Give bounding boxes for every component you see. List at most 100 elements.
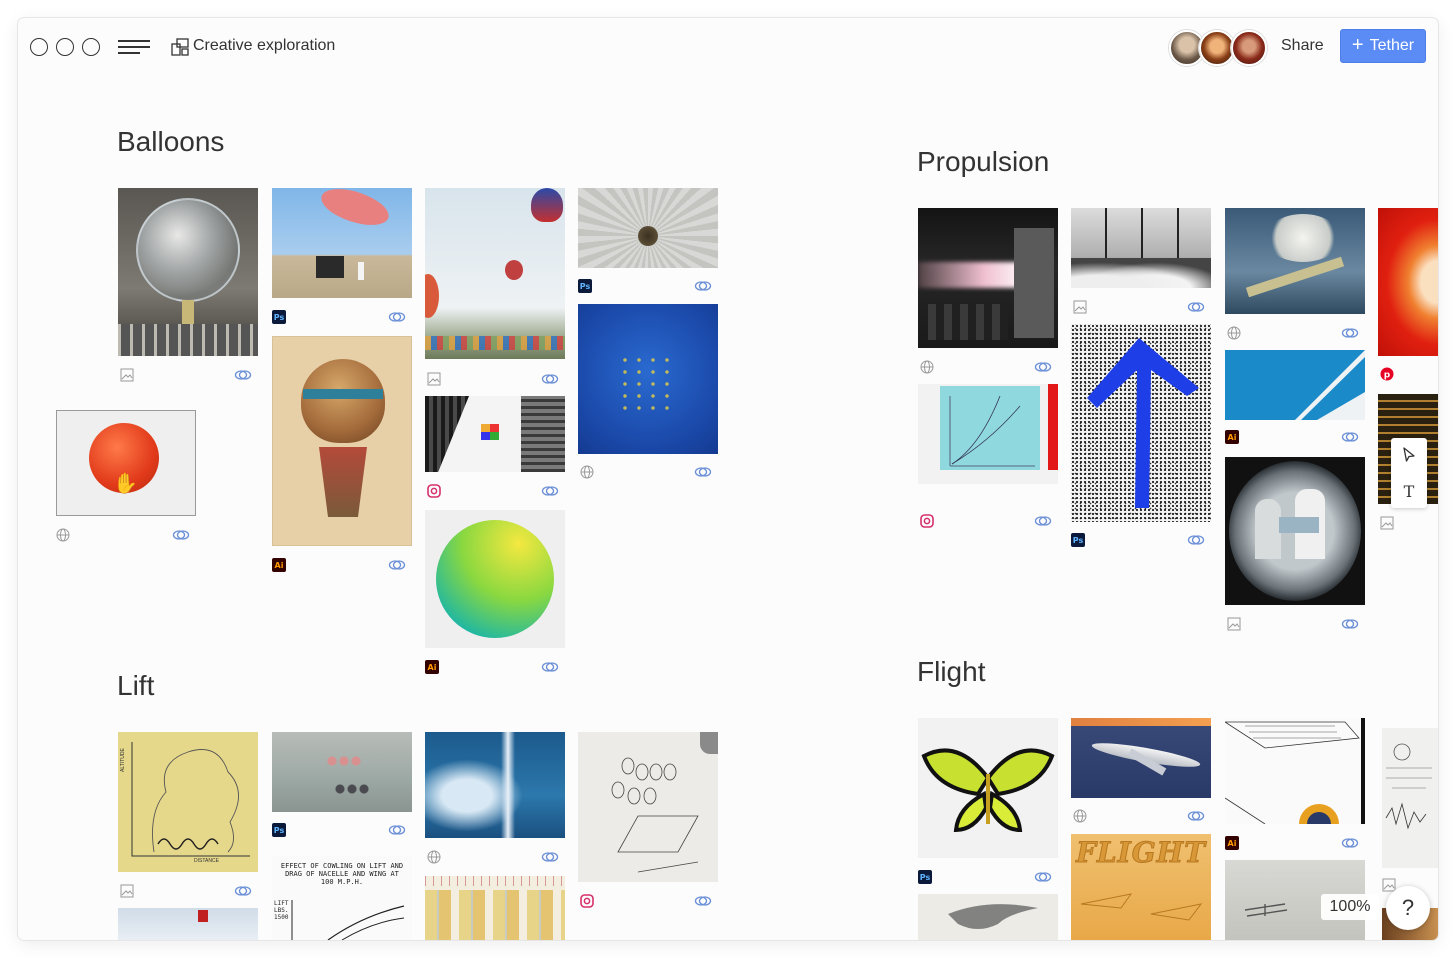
card-red-rocket-art[interactable]: p <box>1378 208 1438 388</box>
thumbnail[interactable] <box>272 336 412 546</box>
link-icon[interactable] <box>541 485 559 497</box>
link-icon[interactable] <box>694 895 712 907</box>
help-button[interactable]: ? <box>1386 886 1430 930</box>
section-title-propulsion[interactable]: Propulsion <box>917 146 1049 178</box>
link-icon[interactable] <box>1341 327 1359 339</box>
thumbnail[interactable] <box>1071 208 1211 288</box>
thumbnail[interactable] <box>1225 457 1365 605</box>
share-button[interactable]: Share <box>1281 37 1324 55</box>
minimize-window-button[interactable] <box>56 38 74 56</box>
link-icon[interactable] <box>694 280 712 292</box>
card-lift-cropped[interactable] <box>118 908 258 940</box>
thumbnail[interactable] <box>1071 718 1211 798</box>
card-glass-balloon[interactable] <box>118 188 258 388</box>
link-icon[interactable] <box>234 369 252 381</box>
card-jet-engine[interactable] <box>918 208 1058 374</box>
link-icon[interactable] <box>1187 301 1205 313</box>
card-plane-drawing[interactable]: Ai <box>1225 718 1365 852</box>
link-icon[interactable] <box>234 885 252 897</box>
link-icon[interactable] <box>541 373 559 385</box>
thumbnail[interactable] <box>425 396 565 472</box>
card-cyan-graph[interactable] <box>918 384 1058 528</box>
link-icon[interactable] <box>1341 618 1359 630</box>
thumbnail[interactable] <box>1225 350 1365 420</box>
link-icon[interactable] <box>1034 361 1052 373</box>
link-icon[interactable] <box>388 311 406 323</box>
link-icon[interactable] <box>388 559 406 571</box>
thumbnail[interactable] <box>425 732 565 838</box>
link-icon[interactable] <box>1187 810 1205 822</box>
card-flight-poster[interactable]: FLIGHT <box>1071 834 1211 940</box>
thumbnail[interactable] <box>425 188 565 359</box>
card-yellow-bars[interactable] <box>425 876 565 940</box>
section-title-flight[interactable]: Flight <box>917 656 985 688</box>
card-altitude-chart[interactable]: ALTITUDE DISTANCE <box>118 732 258 900</box>
card-airliner[interactable] <box>1071 718 1211 826</box>
thumbnail[interactable] <box>578 304 718 454</box>
card-wing-sketch[interactable] <box>578 732 718 928</box>
card-blue-sky-balloons[interactable] <box>578 304 718 484</box>
close-window-button[interactable] <box>30 38 48 56</box>
thumbnail[interactable]: ✋ <box>56 410 196 516</box>
card-pink-blimp[interactable]: Ps <box>272 188 412 328</box>
thumbnail[interactable] <box>918 208 1058 348</box>
tether-button[interactable]: + Tether <box>1340 29 1426 63</box>
card-hawk-sketch[interactable] <box>918 894 1058 940</box>
card-rocket-launches[interactable] <box>1071 208 1211 316</box>
thumbnail[interactable] <box>578 188 718 268</box>
thumbnail[interactable]: EFFECT OF COWLING ON LIFT AND DRAG OF NA… <box>272 856 412 940</box>
link-icon[interactable] <box>1341 431 1359 443</box>
thumbnail[interactable] <box>918 718 1058 858</box>
link-icon[interactable] <box>541 851 559 863</box>
link-icon[interactable] <box>541 661 559 673</box>
card-parachute-top[interactable]: Ps <box>578 188 718 296</box>
card-buildings-cube[interactable] <box>425 396 565 502</box>
link-icon[interactable] <box>172 529 190 541</box>
zoom-level[interactable]: 100% <box>1321 894 1379 920</box>
link-icon[interactable] <box>388 824 406 836</box>
thumbnail[interactable] <box>425 876 565 940</box>
thumbnail[interactable]: ALTITUDE DISTANCE <box>118 732 258 872</box>
link-icon[interactable] <box>1341 837 1359 849</box>
section-title-balloons[interactable]: Balloons <box>117 126 224 158</box>
thumbnail[interactable]: FLIGHT <box>1071 834 1211 940</box>
thumbnail[interactable] <box>272 188 412 298</box>
thumbnail[interactable] <box>118 908 258 940</box>
pointer-tool-button[interactable] <box>1391 438 1427 472</box>
section-title-lift[interactable]: Lift <box>117 670 154 702</box>
thumbnail[interactable] <box>425 510 565 648</box>
card-grey-balloons[interactable]: Ps <box>272 732 412 840</box>
card-blue-arrow[interactable]: Ps <box>1071 324 1211 550</box>
avatar[interactable] <box>1199 30 1235 66</box>
maximize-window-button[interactable] <box>82 38 100 56</box>
card-lift-diagram[interactable]: EFFECT OF COWLING ON LIFT AND DRAG OF NA… <box>272 856 412 940</box>
card-green-gradient-sphere[interactable]: Ai <box>425 510 565 678</box>
card-vintage-balloon[interactable]: Ai <box>272 336 412 576</box>
card-blue-clouds[interactable] <box>425 732 565 866</box>
card-blue-geometric[interactable]: Ai <box>1225 350 1365 448</box>
card-mechanical-sketch[interactable] <box>1382 728 1438 898</box>
link-icon[interactable] <box>1034 871 1052 883</box>
thumbnail[interactable] <box>1071 324 1211 522</box>
document-title[interactable]: Creative exploration <box>193 37 335 55</box>
menu-icon[interactable] <box>118 40 150 54</box>
card-red-balloon-dragging[interactable]: ✋ <box>56 410 196 546</box>
card-engineers-porthole[interactable] <box>1225 457 1365 633</box>
thumbnail[interactable] <box>918 384 1058 484</box>
thumbnail[interactable] <box>578 732 718 882</box>
avatar[interactable] <box>1231 30 1267 66</box>
link-icon[interactable] <box>1187 534 1205 546</box>
thumbnail[interactable] <box>1225 718 1365 824</box>
thumbnail[interactable] <box>1382 728 1438 868</box>
thumbnail[interactable] <box>1225 208 1365 314</box>
link-icon[interactable] <box>694 466 712 478</box>
thumbnail[interactable] <box>272 732 412 812</box>
thumbnail[interactable] <box>118 188 258 356</box>
link-icon[interactable] <box>1034 515 1052 527</box>
thumbnail[interactable] <box>1378 208 1438 356</box>
card-hot-air-balloons[interactable] <box>425 188 565 386</box>
card-plane-smoke[interactable] <box>1225 208 1365 342</box>
card-green-butterfly[interactable]: Ps <box>918 718 1058 886</box>
text-tool-button[interactable]: T <box>1391 474 1427 508</box>
thumbnail[interactable] <box>918 894 1058 940</box>
